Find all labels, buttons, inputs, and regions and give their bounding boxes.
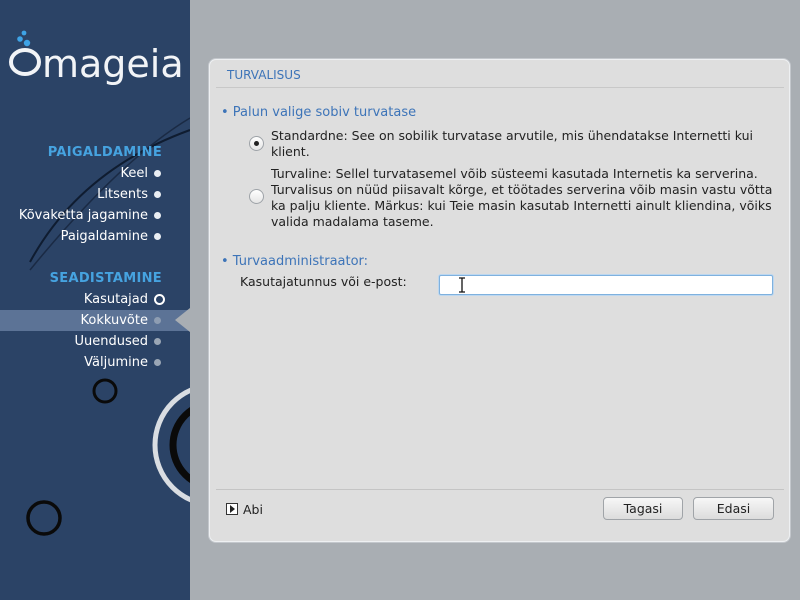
sidebar-item-label: Kokkuvõte: [80, 313, 148, 328]
step-pending-dot: [154, 338, 161, 345]
sidebar-item-summary: Kokkuvõte: [0, 310, 190, 331]
radio-secure[interactable]: [249, 189, 264, 204]
sidebar-item-label: Väljumine: [84, 355, 148, 370]
step-done-dot: [154, 170, 161, 177]
next-button[interactable]: Edasi: [693, 497, 774, 520]
security-admin-input[interactable]: [439, 275, 773, 295]
title-divider: [216, 87, 784, 88]
admin-field-label: Kasutajatunnus või e-post:: [240, 274, 407, 289]
section-title-install: PAIGALDAMINE: [47, 145, 162, 160]
text-cursor-icon: [459, 277, 465, 293]
back-button[interactable]: Tagasi: [603, 497, 683, 520]
sidebar-item-label: Kasutajad: [83, 292, 148, 307]
radio-standard[interactable]: [249, 136, 264, 151]
mageia-logo-text: mageia: [42, 42, 184, 86]
sidebar-item-keel: Keel: [0, 163, 190, 184]
sidebar-item-label: Kõvaketta jagamine: [18, 208, 148, 223]
step-pending-dot: [154, 317, 161, 324]
sidebar-item-label: Uuendused: [74, 334, 148, 349]
sidebar-item-litsents: Litsents: [0, 184, 190, 205]
sidebar-item-label: Litsents: [97, 187, 148, 202]
sidebar-item-partitioning: Kõvaketta jagamine: [0, 205, 190, 226]
sidebar-item-installation: Paigaldamine: [0, 226, 190, 247]
page-title: TURVALISUS: [227, 68, 301, 82]
help-toggle[interactable]: Abi: [226, 501, 263, 517]
security-level-group-title: • Palun valige sobiv turvatase: [221, 105, 417, 120]
help-label: Abi: [243, 501, 263, 517]
step-done-dot: [154, 191, 161, 198]
expand-arrow-icon: [226, 503, 238, 515]
security-admin-group-title: • Turvaadministraator:: [221, 254, 369, 269]
sidebar-item-label: Keel: [120, 166, 149, 181]
sidebar-item-users: Kasutajad: [0, 289, 190, 310]
footer-divider: [216, 489, 784, 490]
radio-standard-label[interactable]: Standardne: See on sobilik turvatase arv…: [271, 128, 777, 160]
step-pending-dot: [154, 359, 161, 366]
step-done-dot: [154, 233, 161, 240]
sidebar-item-exit: Väljumine: [0, 352, 190, 373]
section-title-configure: SEADISTAMINE: [49, 271, 162, 286]
radio-secure-label[interactable]: Turvaline: Sellel turvatasemel võib süst…: [271, 166, 777, 230]
sidebar-item-label: Paigaldamine: [60, 229, 148, 244]
step-done-dot: [154, 212, 161, 219]
sidebar-item-updates: Uuendused: [0, 331, 190, 352]
installer-sidebar: mageia PAIGALDAMINE Keel Litsents Kõvake…: [0, 0, 190, 600]
security-dialog: TURVALISUS • Palun valige sobiv turvatas…: [209, 59, 790, 542]
active-step-pointer: [175, 308, 190, 332]
step-current-dot: [154, 294, 165, 305]
